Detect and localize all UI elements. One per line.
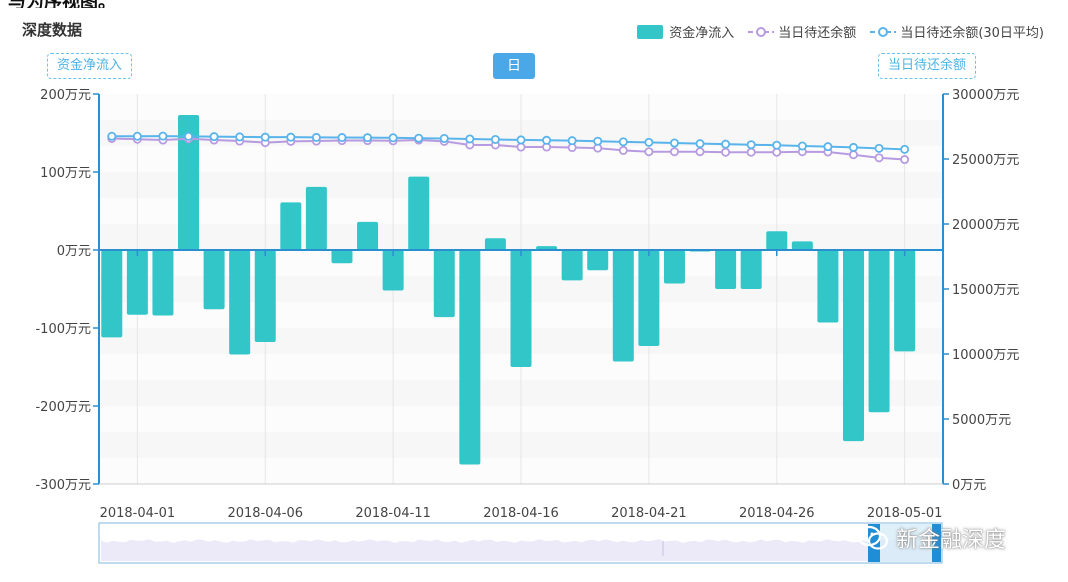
point — [388, 133, 398, 143]
bar — [766, 231, 788, 250]
point — [235, 132, 245, 142]
point — [848, 150, 858, 160]
bar — [817, 250, 839, 323]
point — [900, 144, 910, 154]
right-y-tick-label: 10000万元 — [952, 348, 1019, 363]
bar — [894, 250, 916, 352]
left-y-tick-label: 0万元 — [57, 244, 91, 259]
left-y-tick-label: -200万元 — [35, 400, 91, 415]
point — [695, 147, 705, 157]
x-tick-label: 2018-04-06 — [227, 506, 303, 521]
point — [746, 140, 756, 150]
bar — [357, 221, 379, 250]
bar — [484, 238, 506, 250]
bar — [561, 250, 583, 281]
wechat-icon — [856, 525, 889, 550]
right-y-tick-label: 0万元 — [952, 478, 986, 493]
left-y-tick-label: 100万元 — [40, 166, 91, 181]
point — [823, 142, 833, 152]
point — [797, 141, 807, 151]
bar — [868, 250, 890, 413]
bar — [408, 176, 430, 250]
bar — [382, 250, 404, 291]
bar — [842, 250, 864, 442]
bar — [433, 250, 455, 318]
bar — [663, 250, 685, 284]
bar — [459, 250, 481, 465]
point — [874, 153, 884, 163]
left-y-tick-label: 200万元 — [40, 88, 91, 103]
point — [516, 142, 526, 152]
right-y-tick-label: 15000万元 — [952, 283, 1019, 298]
bar — [101, 250, 123, 338]
point — [516, 135, 526, 145]
left-y-tick-label: -300万元 — [35, 478, 91, 493]
bar — [587, 250, 609, 271]
point — [209, 132, 219, 142]
bar — [229, 250, 251, 355]
point — [286, 132, 296, 142]
x-tick-label: 2018-04-16 — [483, 506, 559, 521]
watermark-text: 新金融深度 — [896, 528, 1007, 553]
point — [644, 137, 654, 147]
point — [772, 140, 782, 150]
left-y-tick-label: -100万元 — [35, 322, 91, 337]
bar — [740, 250, 762, 289]
point — [669, 147, 679, 157]
point — [158, 131, 168, 141]
x-tick-label: 2018-04-26 — [739, 506, 815, 521]
point — [644, 147, 654, 157]
point — [721, 147, 731, 157]
bar — [612, 250, 634, 362]
point — [567, 136, 577, 146]
right-y-tick-label: 30000万元 — [952, 88, 1019, 103]
point — [184, 131, 194, 141]
data-zoom-slider[interactable] — [98, 522, 943, 564]
point — [439, 133, 449, 143]
point — [414, 133, 424, 143]
watermark: 新金融深度 — [856, 522, 1006, 554]
bar — [305, 186, 327, 250]
point — [848, 142, 858, 152]
bar — [791, 241, 813, 250]
point — [900, 155, 910, 165]
point — [618, 137, 628, 147]
point — [311, 132, 321, 142]
point — [132, 131, 142, 141]
bar — [126, 250, 148, 315]
x-tick-label: 2018-04-11 — [355, 506, 431, 521]
point — [618, 145, 628, 155]
point — [669, 138, 679, 148]
x-tick-label: 2018-04-21 — [611, 506, 687, 521]
point — [721, 139, 731, 149]
chart-canvas: 200万元 100万元 0万元 -100万元 -200万元 -300万元 30000万元 25… — [35, 88, 1019, 564]
bar — [638, 250, 660, 346]
bar — [510, 250, 532, 367]
bar — [203, 250, 225, 310]
point — [746, 147, 756, 157]
point — [107, 131, 117, 141]
point — [772, 147, 782, 157]
x-tick-label: 2018-05-01 — [867, 506, 943, 521]
point — [695, 139, 705, 149]
right-y-tick-label: 25000万元 — [952, 153, 1019, 168]
point — [542, 135, 552, 145]
bar — [280, 202, 302, 250]
bar — [331, 250, 353, 264]
point — [337, 133, 347, 143]
right-y-tick-label: 20000万元 — [952, 218, 1019, 233]
bar — [254, 250, 276, 343]
point — [260, 132, 270, 142]
right-y-tick-label: 5000万元 — [952, 413, 1011, 428]
x-tick-label: 2018-04-01 — [100, 506, 176, 521]
point — [490, 134, 500, 144]
point — [363, 133, 373, 143]
point — [874, 143, 884, 153]
bar — [152, 250, 174, 316]
bar — [715, 250, 737, 289]
point — [593, 136, 603, 146]
point — [465, 134, 475, 144]
